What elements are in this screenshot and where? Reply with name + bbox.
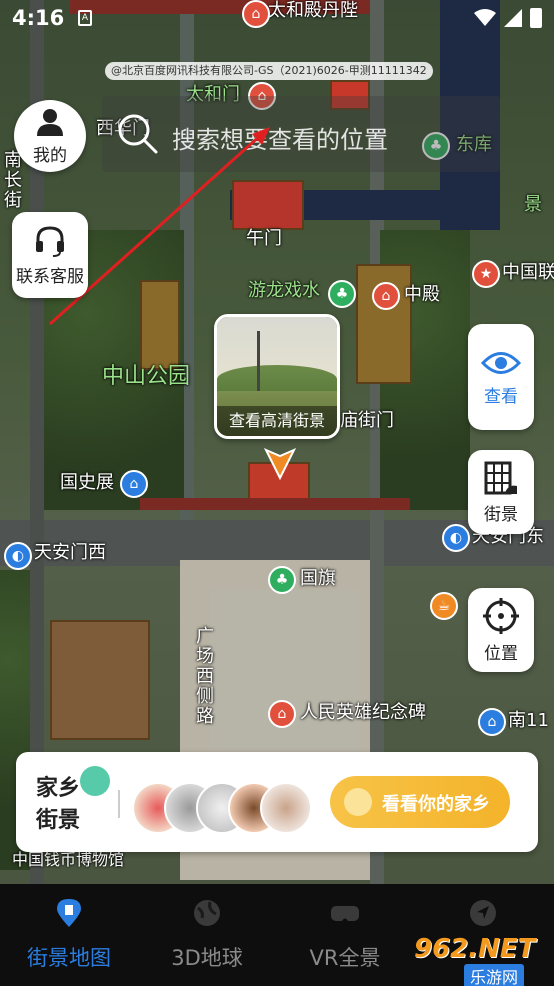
sim-icon: A [78, 10, 92, 26]
street-view-caption: 查看高清街景 [217, 406, 337, 436]
map-label-renminyingxiong: 人民英雄纪念碑 [300, 702, 426, 723]
map-copyright: @北京百度网讯科技有限公司-GS（2021)6026-甲测11111342 [105, 62, 433, 80]
search-bar[interactable]: 搜索想要查看的位置 [102, 96, 500, 172]
map-label-taimiaojiemen: 庙街门 [340, 410, 394, 431]
map-label-tiananmenxi: 天安门西 [34, 542, 106, 563]
poi-metro-east-icon[interactable]: ◐ [442, 524, 470, 552]
poi-cafe-icon[interactable]: ☕ [430, 592, 458, 620]
tab-street-map[interactable]: 街景地图 [0, 884, 138, 986]
see-hometown-label: 看看你的家乡 [382, 794, 490, 815]
customer-service-label: 联系客服 [16, 266, 84, 287]
battery-icon [530, 8, 542, 28]
headset-icon [36, 225, 64, 257]
my-profile-button[interactable]: 我的 [14, 100, 86, 172]
banner-divider [118, 790, 120, 818]
banner-title-line1: 家乡 [36, 776, 81, 801]
street-view-button[interactable]: 街景 [468, 450, 534, 534]
map-label-zhongguolian: 中国联 [502, 262, 554, 283]
signal-icon [504, 9, 522, 27]
vr-goggles-icon [331, 906, 359, 921]
logo-dot-icon [80, 766, 110, 796]
customer-service-button[interactable]: 联系客服 [12, 212, 88, 298]
wifi-icon [474, 9, 496, 26]
eye-icon [481, 351, 521, 374]
locate-button[interactable]: 位置 [468, 588, 534, 672]
compass-icon [470, 900, 496, 926]
map-label-zhongdian: 中殿 [404, 284, 440, 305]
map-label-qianbi: 中国钱币博物馆 [12, 850, 125, 869]
map-label-guoshizhan: 国史展 [60, 472, 114, 493]
tab-vr[interactable]: VR全景 [276, 884, 414, 986]
map-label-guangchangxice: 广场西侧路 [193, 626, 214, 726]
my-profile-label: 我的 [33, 145, 67, 166]
view-button[interactable]: 查看 [468, 324, 534, 430]
map-label-zhongshangongyuan: 中山公园 [102, 364, 191, 389]
building-icon [484, 461, 517, 494]
tab-3d-earth[interactable]: 3D地球 [138, 884, 276, 986]
map-label-guoqi: 国旗 [300, 568, 336, 589]
preview-pole [257, 331, 260, 391]
status-bar: 4:16 A [0, 0, 554, 38]
search-icon [118, 114, 158, 154]
status-time: 4:16 [12, 6, 65, 30]
search-placeholder[interactable]: 搜索想要查看的位置 [172, 120, 388, 155]
poi-youlong-icon[interactable]: ♣ [328, 280, 356, 308]
map-label-wumen: 午门 [246, 228, 282, 249]
street-view-label: 街景 [484, 504, 518, 525]
map-pin-icon [57, 899, 81, 927]
site-watermark: 962.NET 乐游网 [414, 934, 552, 986]
map-label-nan11: 南11 [508, 710, 549, 731]
crosshair-icon [483, 597, 519, 634]
map-label-nanchangjie: 南长街 [1, 150, 22, 210]
poi-museum-icon[interactable]: ⌂ [120, 470, 148, 498]
globe-icon [194, 900, 220, 926]
banner-title-line2: 街景 [36, 808, 81, 833]
poi-monument-icon[interactable]: ⌂ [268, 700, 296, 728]
hometown-logo: 家乡 街景 [36, 766, 110, 834]
poi-zhongdian-icon[interactable]: ⌂ [372, 282, 400, 310]
view-label: 查看 [484, 386, 518, 407]
poi-museum-south-icon[interactable]: ⌂ [478, 708, 506, 736]
map-label-youlongxishui: 游龙戏水 [248, 280, 320, 301]
map-label-jing: 景 [524, 194, 542, 215]
user-icon [37, 108, 63, 136]
avatar-group [132, 782, 312, 834]
hometown-banner[interactable]: 家乡 街景 看看你的家乡 [16, 752, 538, 852]
street-view-preview-card[interactable]: 查看高清街景 [214, 314, 340, 439]
tab-vr-label: VR全景 [309, 946, 381, 970]
watermark-number: 962.NET [414, 934, 536, 964]
locate-label: 位置 [484, 643, 518, 664]
tab-3d-earth-label: 3D地球 [171, 946, 243, 970]
poi-star-icon[interactable]: ★ [472, 260, 500, 288]
see-hometown-button[interactable]: 看看你的家乡 [330, 776, 510, 828]
hometown-gate-icon [344, 788, 372, 816]
watermark-sub: 乐游网 [464, 964, 525, 986]
poi-metro-west-icon[interactable]: ◐ [4, 542, 32, 570]
location-pin-icon [263, 448, 297, 480]
tab-street-map-label: 街景地图 [27, 946, 111, 970]
poi-flag-icon[interactable]: ♣ [268, 566, 296, 594]
avatar [260, 782, 312, 834]
